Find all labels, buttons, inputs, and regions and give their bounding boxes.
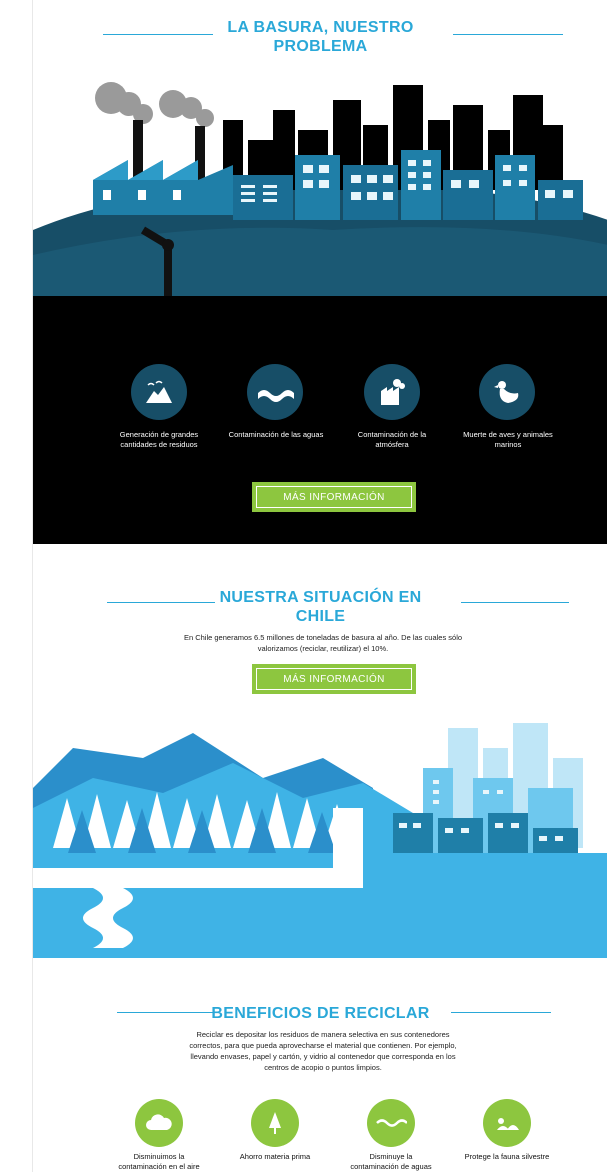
caption-line: marinos [494, 440, 522, 449]
section2-title-line1: NUESTRA SITUACIÓN EN [219, 589, 422, 606]
caption-line: Muerte de aves y animales [463, 430, 553, 439]
text-line: llevando envases, papel y cartón, y vidr… [190, 1052, 456, 1061]
water-waves-icon [247, 364, 303, 420]
section3-title: BENEFICIOS DE RECICLAR [33, 1004, 607, 1023]
caption-line: cantidades de residuos [120, 440, 198, 449]
text-line: En Chile generamos 6.5 millones de tonel… [183, 633, 463, 642]
caption-line: Protege la fauna silvestre [464, 1152, 550, 1161]
more-info-button-2[interactable]: MÁS INFORMACIÓN [252, 664, 416, 694]
section3-text: Reciclar es depositar los residuos de ma… [143, 1029, 503, 1073]
more-info-button-1[interactable]: MÁS INFORMACIÓN [252, 482, 416, 512]
caption-line: Contaminación de la [357, 430, 427, 439]
industrial-city-illustration [33, 82, 607, 300]
caption-fauna: Protege la fauna silvestre [453, 1152, 561, 1162]
section2-title: NUESTRA SITUACIÓN EN CHILE [33, 588, 607, 626]
caption-line: Contaminación de las aguas [228, 430, 324, 439]
caption-aves: Muerte de aves y animales marinos [453, 430, 563, 450]
section3-title-text: BENEFICIOS DE RECICLAR [211, 1005, 430, 1022]
caption-aguas: Contaminación de las aguas [221, 430, 331, 440]
factory-smoke-icon [364, 364, 420, 420]
button-label: MÁS INFORMACIÓN [283, 491, 385, 503]
cloud-icon [135, 1099, 183, 1147]
caption-aguas-2: Disminuye la contaminación de aguas [341, 1152, 441, 1172]
waves-icon [367, 1099, 415, 1147]
text-line: centros de acopio o puntos limpios. [264, 1063, 382, 1072]
button-label: MÁS INFORMACIÓN [283, 673, 385, 685]
caption-atmosfera: Contaminación de la atmósfera [342, 430, 442, 450]
section2-title-line2: CHILE [295, 608, 346, 625]
caption-line: Ahorro materia prima [239, 1152, 311, 1161]
section1-title: LA BASURA, NUESTRO PROBLEMA [33, 18, 607, 56]
text-line: Reciclar es depositar los residuos de ma… [196, 1030, 450, 1039]
caption-line: contaminación en el aire [118, 1162, 200, 1171]
caption-line: atmósfera [375, 440, 409, 449]
section1-title-line1: LA BASURA, NUESTRO [227, 19, 414, 36]
caption-residuos: Generación de grandes cantidades de resi… [109, 430, 209, 450]
cloud-mountain-icon [131, 364, 187, 420]
caption-line: Disminuimos la [133, 1152, 185, 1161]
duck-icon [479, 364, 535, 420]
forest-city-illustration [33, 718, 607, 958]
text-line: correctos, para que pueda aprovecharse e… [189, 1041, 457, 1050]
caption-line: contaminación de aguas [350, 1162, 432, 1171]
caption-materia: Ahorro materia prima [225, 1152, 325, 1162]
caption-line: Generación de grandes [119, 430, 199, 439]
bird-icon [483, 1099, 531, 1147]
section2-text: En Chile generamos 6.5 millones de tonel… [123, 632, 523, 654]
section1-dark-panel: Generación de grandes cantidades de resi… [33, 296, 607, 544]
caption-aire: Disminuimos la contaminación en el aire [109, 1152, 209, 1172]
tree-icon [251, 1099, 299, 1147]
page: LA BASURA, NUESTRO PROBLEMA Generación d… [0, 0, 607, 1172]
caption-line: Disminuye la [369, 1152, 413, 1161]
section1-title-line2: PROBLEMA [273, 38, 368, 55]
text-line: valorizamos (reciclar, reutilizar) el 10… [257, 644, 389, 653]
infographic-frame: LA BASURA, NUESTRO PROBLEMA Generación d… [32, 0, 607, 1172]
